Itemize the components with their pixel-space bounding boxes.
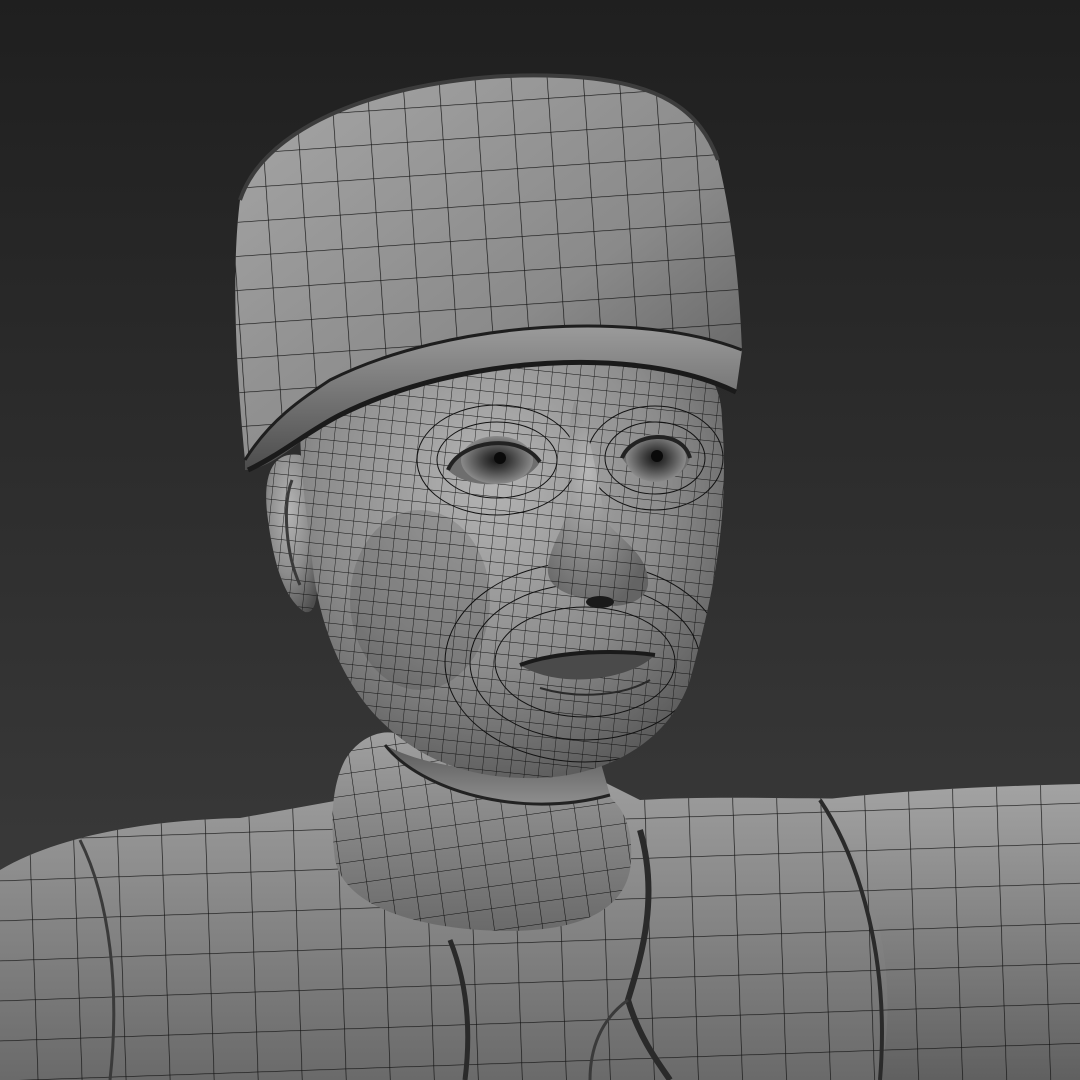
render-canvas (0, 0, 1080, 1080)
3d-viewport[interactable] (0, 0, 1080, 1080)
